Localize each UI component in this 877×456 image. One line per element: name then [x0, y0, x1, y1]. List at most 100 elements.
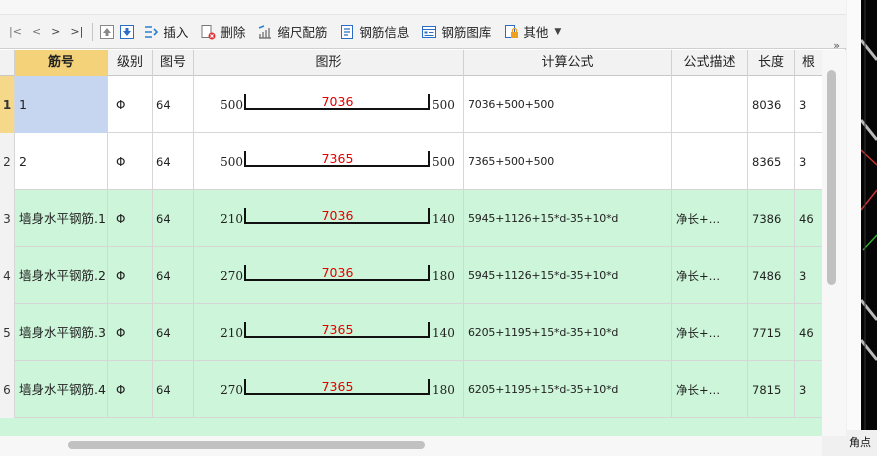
table-row[interactable]: 4 墙身水平钢筋.2 Φ 64 270 7036 180 5945+1126+15*d-35+…	[0, 247, 822, 304]
drawing-viewport[interactable]: 角点	[847, 0, 877, 456]
first-record-button[interactable]: |<	[4, 20, 27, 44]
formula-desc-cell[interactable]: 净长+…	[672, 304, 748, 361]
top-strip	[0, 0, 846, 15]
shape-cell[interactable]: 500 7365 500	[194, 133, 464, 190]
header-count[interactable]: 根	[795, 50, 822, 76]
table-row[interactable]: 6 墙身水平钢筋.4 Φ 64 270 7365 180 6205+1195+15*d-35+…	[0, 361, 822, 418]
formula-desc-cell[interactable]	[672, 133, 748, 190]
bar-number-cell[interactable]: 墙身水平钢筋.1	[15, 190, 108, 247]
horizontal-scroll-thumb[interactable]	[68, 441, 425, 449]
row-number[interactable]: 5	[0, 304, 15, 361]
figure-number-cell[interactable]: 64	[153, 304, 194, 361]
vertical-scroll-thumb[interactable]	[827, 70, 836, 285]
row-number[interactable]: 1	[0, 76, 15, 133]
prev-record-button[interactable]: <	[27, 20, 46, 44]
shape-cell[interactable]: 500 7036 500	[194, 76, 464, 133]
insert-label: 插入	[163, 25, 189, 40]
grade-cell[interactable]: Φ	[108, 133, 153, 190]
other-menu-button[interactable]: 其他 ▼	[497, 20, 567, 44]
grade-cell[interactable]: Φ	[108, 190, 153, 247]
table-row[interactable]: 5 墙身水平钢筋.3 Φ 64 210 7365 140 6205+1195+15*d-35+…	[0, 304, 822, 361]
row-number[interactable]: 3	[0, 190, 15, 247]
bar-number-cell[interactable]: 2	[15, 133, 108, 190]
length-cell[interactable]: 8036	[748, 76, 795, 133]
figure-number-cell[interactable]: 64	[153, 133, 194, 190]
formula-cell[interactable]: 5945+1126+15*d-35+10*d	[464, 190, 672, 247]
delete-button[interactable]: 删除	[194, 20, 251, 44]
grade-cell[interactable]: Φ	[108, 76, 153, 133]
header-corner	[0, 50, 15, 76]
formula-desc-cell[interactable]: 净长+…	[672, 247, 748, 304]
bar-number-cell[interactable]: 1	[15, 76, 108, 133]
header-shape[interactable]: 图形	[194, 50, 464, 76]
figure-number-cell[interactable]: 64	[153, 247, 194, 304]
shape-cell[interactable]: 270 7365 180	[194, 361, 464, 418]
count-cell[interactable]: 3	[795, 247, 822, 304]
other-menu-label: 其他	[523, 25, 549, 40]
figure-number-cell[interactable]: 64	[153, 190, 194, 247]
formula-cell[interactable]: 6205+1195+15*d-35+10*d	[464, 304, 672, 361]
row-number[interactable]: 2	[0, 133, 15, 190]
bar-number-cell[interactable]: 墙身水平钢筋.3	[15, 304, 108, 361]
header-formula[interactable]: 计算公式	[464, 50, 672, 76]
rebar-info-button[interactable]: 钢筋信息	[333, 20, 415, 44]
count-cell[interactable]: 3	[795, 133, 822, 190]
length-cell[interactable]: 7386	[748, 190, 795, 247]
move-down-icon	[120, 24, 135, 39]
length-cell[interactable]: 7715	[748, 304, 795, 361]
horizontal-scrollbar[interactable]	[0, 436, 822, 456]
header-grade[interactable]: 级别	[108, 50, 153, 76]
grade-cell[interactable]: Φ	[108, 304, 153, 361]
rebar-library-label: 钢筋图库	[441, 25, 492, 40]
header-formula-desc[interactable]: 公式描述	[672, 50, 748, 76]
length-cell[interactable]: 7486	[748, 247, 795, 304]
table-row[interactable]: 2 2 Φ 64 500 7365 500 7365+500+500 8365 3	[0, 133, 822, 190]
insert-button[interactable]: 插入	[137, 20, 194, 44]
shape-cell[interactable]: 210 7036 140	[194, 190, 464, 247]
move-up-button[interactable]	[97, 20, 117, 44]
row-number[interactable]: 4	[0, 247, 15, 304]
formula-desc-cell[interactable]: 净长+…	[672, 190, 748, 247]
length-cell[interactable]: 7815	[748, 361, 795, 418]
figure-number-cell[interactable]: 64	[153, 361, 194, 418]
document-lock-icon	[505, 24, 519, 38]
header-length[interactable]: 长度	[748, 50, 795, 76]
table-row[interactable]: 3 墙身水平钢筋.1 Φ 64 210 7036 140 5945+1126+15*d-35+…	[0, 190, 822, 247]
vertical-scrollbar[interactable]	[822, 50, 846, 436]
length-cell[interactable]: 8365	[748, 133, 795, 190]
move-down-button[interactable]	[117, 20, 137, 44]
last-record-button[interactable]: >|	[65, 20, 88, 44]
bar-number-cell[interactable]: 墙身水平钢筋.4	[15, 361, 108, 418]
shape-cell[interactable]: 210 7365 140	[194, 304, 464, 361]
shape-left-length: 500	[220, 98, 243, 112]
formula-cell[interactable]: 5945+1126+15*d-35+10*d	[464, 247, 672, 304]
rebar-library-button[interactable]: 钢筋图库	[415, 20, 497, 44]
viewport-canvas[interactable]	[859, 0, 877, 430]
count-cell[interactable]: 3	[795, 361, 822, 418]
shape-cell[interactable]: 270 7036 180	[194, 247, 464, 304]
grade-cell[interactable]: Φ	[108, 361, 153, 418]
formula-cell[interactable]: 6205+1195+15*d-35+10*d	[464, 361, 672, 418]
shape-main-length: 7365	[321, 322, 354, 337]
viewport-gutter	[847, 0, 861, 456]
formula-cell[interactable]: 7365+500+500	[464, 133, 672, 190]
count-cell[interactable]: 46	[795, 304, 822, 361]
next-record-button[interactable]: >	[46, 20, 65, 44]
row-number[interactable]: 6	[0, 361, 15, 418]
header-figure-number[interactable]: 图号	[153, 50, 194, 76]
header-bar-number[interactable]: 筋号	[15, 50, 108, 76]
table-row[interactable]: 1 1 Φ 64 500 7036 500 7036+500+500 8036 3	[0, 76, 822, 133]
rebar-table: 筋号 级别 图号 图形 计算公式 公式描述 长度 根 1 1 Φ 64 500 7036 5…	[0, 50, 822, 436]
formula-cell[interactable]: 7036+500+500	[464, 76, 672, 133]
shape-left-length: 270	[220, 269, 243, 283]
table-row-partial[interactable]	[0, 418, 822, 436]
rebar-panel: |< < > >| 插入 删除 缩尺配筋 钢筋信息 钢筋图库 其他 ▼ » 筋号…	[0, 0, 846, 456]
scale-rebar-button[interactable]: 缩尺配筋	[251, 20, 333, 44]
count-cell[interactable]: 3	[795, 76, 822, 133]
grade-cell[interactable]: Φ	[108, 247, 153, 304]
formula-desc-cell[interactable]: 净长+…	[672, 361, 748, 418]
formula-desc-cell[interactable]	[672, 76, 748, 133]
figure-number-cell[interactable]: 64	[153, 76, 194, 133]
bar-number-cell[interactable]: 墙身水平钢筋.2	[15, 247, 108, 304]
count-cell[interactable]: 46	[795, 190, 822, 247]
